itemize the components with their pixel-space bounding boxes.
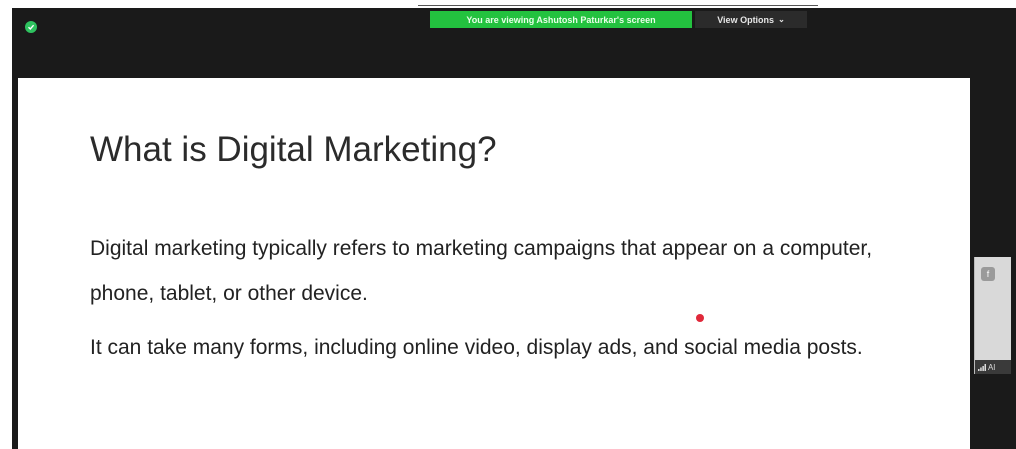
zoom-meeting-window: You are viewing Ashutosh Paturkar's scre… [12, 8, 1016, 449]
participant-name: Al [988, 362, 996, 372]
slide-paragraph: Digital marketing typically refers to ma… [90, 237, 873, 305]
participant-name-bar: Al [975, 360, 1011, 374]
slide-paragraph: It can take many forms, including online… [90, 336, 863, 359]
screen-share-banner: You are viewing Ashutosh Paturkar's scre… [430, 11, 692, 28]
shared-slide: What is Digital Marketing? Digital marke… [18, 78, 970, 449]
slide-title: What is Digital Marketing? [90, 130, 497, 169]
top-edge-line [418, 5, 818, 6]
chevron-down-icon: ⌄ [778, 14, 785, 24]
laser-pointer-dot [696, 314, 704, 322]
view-options-button[interactable]: View Options ⌄ [695, 11, 807, 28]
participant-video-thumbnail[interactable]: f Al [974, 257, 1011, 374]
participant-avatar-icon: f [981, 267, 995, 281]
signal-icon [978, 363, 986, 371]
shield-check-icon[interactable] [25, 21, 37, 33]
view-options-label: View Options [717, 14, 775, 25]
screen-share-banner-text: You are viewing Ashutosh Paturkar's scre… [466, 14, 656, 25]
screenshot-frame: You are viewing Ashutosh Paturkar's scre… [0, 0, 1016, 449]
slide-body: Digital marketing typically refers to ma… [90, 226, 910, 379]
